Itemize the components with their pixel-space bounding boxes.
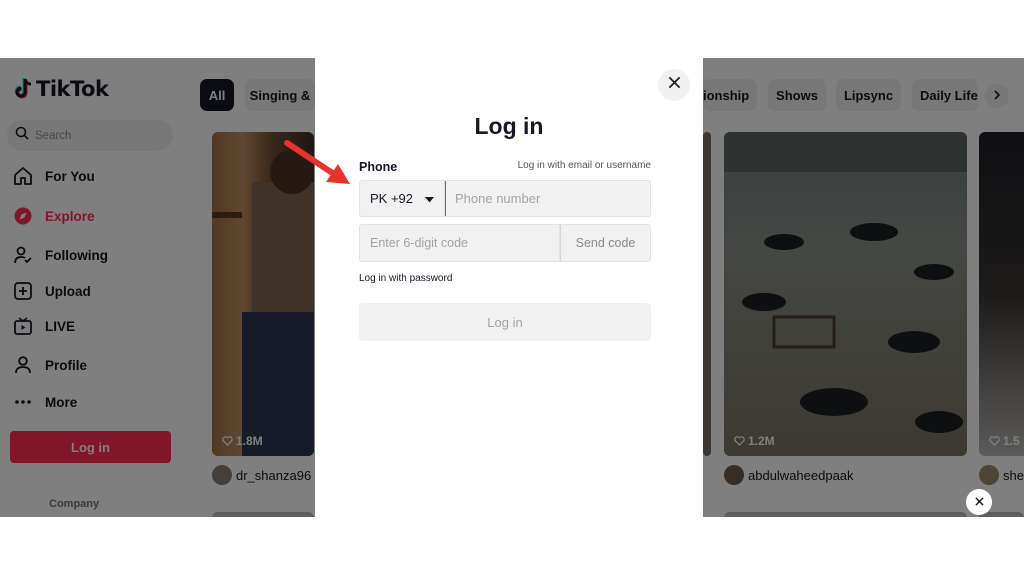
phone-field-group: PK +92	[359, 180, 651, 217]
email-username-login-link[interactable]: Log in with email or username	[518, 160, 651, 171]
login-modal: Log in Phone Log in with email or userna…	[315, 58, 703, 517]
country-code-select[interactable]: PK +92	[360, 181, 445, 216]
verification-code-group: Send code	[359, 224, 651, 262]
modal-close-button[interactable]	[658, 69, 690, 101]
close-icon	[668, 76, 681, 94]
phone-label: Phone	[359, 160, 398, 174]
modal-title: Log in	[474, 113, 544, 139]
tiktok-page: TikTok Search For You Explore Following	[0, 58, 1024, 517]
password-login-link[interactable]: Log in with password	[359, 273, 452, 284]
close-icon	[974, 493, 984, 511]
country-code-value: PK +92	[370, 191, 414, 206]
red-arrow-annotation	[284, 140, 350, 184]
login-submit-button[interactable]: Log in	[359, 303, 651, 341]
send-code-button[interactable]: Send code	[560, 224, 651, 262]
phone-number-input[interactable]	[445, 181, 650, 216]
verification-code-input[interactable]	[359, 224, 560, 262]
caret-down-icon	[425, 191, 435, 206]
floating-close-button[interactable]	[966, 489, 992, 515]
